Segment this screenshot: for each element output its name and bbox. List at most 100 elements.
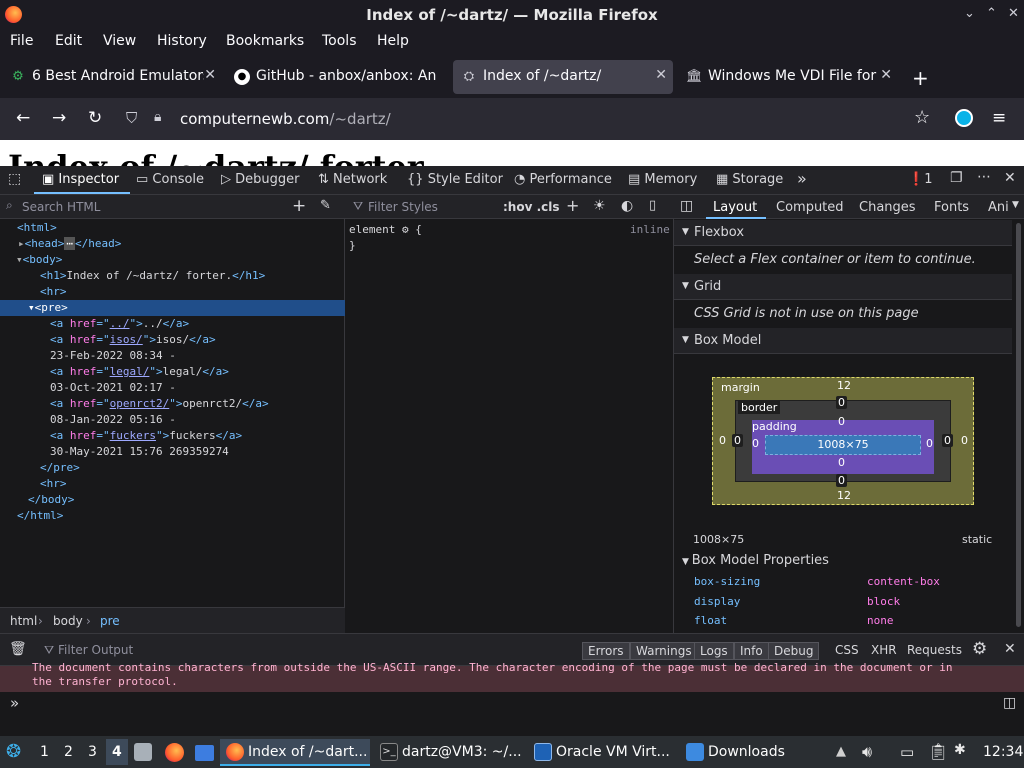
property-value[interactable]: none <box>867 614 894 627</box>
task-firefox[interactable]: Index of /~dart... <box>220 739 370 766</box>
breadcrumb-pre[interactable]: pre <box>100 614 120 628</box>
tab-windows-me-vdi[interactable]: 🏛 Windows Me VDI File for V ✕ <box>678 60 898 94</box>
files-launcher-icon[interactable] <box>134 743 152 761</box>
app-launcher-icon[interactable]: ❂ <box>6 741 21 762</box>
tree-node-html-close[interactable]: </html> <box>0 508 345 524</box>
border-right-value[interactable]: 0 <box>942 434 953 447</box>
close-split-console-icon[interactable]: ✕ <box>1004 641 1016 657</box>
account-icon[interactable] <box>955 109 973 127</box>
grid-section-header[interactable]: ▼ Grid <box>674 274 1012 300</box>
reload-icon[interactable]: ↻ <box>88 108 102 128</box>
tree-node-head[interactable]: ▸<head> ⋯ </head> <box>0 236 345 252</box>
desktop-2[interactable]: 2 <box>64 744 73 760</box>
filter-logs-button[interactable]: Logs <box>694 642 734 660</box>
filter-css-button[interactable]: CSS <box>830 642 864 660</box>
add-rule-icon[interactable]: + <box>566 196 579 215</box>
property-row[interactable]: box-sizing <box>694 575 760 588</box>
tree-node-hr[interactable]: <hr> <box>0 476 345 492</box>
desktop-3[interactable]: 3 <box>88 744 97 760</box>
border-left-value[interactable]: 0 <box>732 434 743 447</box>
tree-node-link[interactable]: <a href="isos/">isos/</a> <box>0 332 345 348</box>
tab-network[interactable]: ⇅ Network <box>318 172 387 187</box>
tab-performance[interactable]: ◔ Performance <box>514 172 612 187</box>
tab-fonts[interactable]: Fonts <box>934 200 969 215</box>
tree-node-body-close[interactable]: </body> <box>0 492 345 508</box>
sidebar-panel-icon[interactable]: ◫ <box>680 198 693 214</box>
trash-icon[interactable]: 🗑︎ <box>9 641 27 657</box>
menu-edit[interactable]: Edit <box>55 33 82 49</box>
element-picker-icon[interactable]: ⬚ <box>8 171 21 187</box>
tab-github-anbox[interactable]: ● GitHub - anbox/anbox: An <box>226 60 448 94</box>
tree-node-link[interactable]: <a href="../">../</a> <box>0 316 345 332</box>
filter-xhr-button[interactable]: XHR <box>866 642 902 660</box>
tree-node-link[interactable]: <a href="fuckers">fuckers</a> <box>0 428 345 444</box>
error-count-badge[interactable]: ❗1 <box>908 172 932 187</box>
task-terminal[interactable]: >_ dartz@VM3: ~/... <box>374 739 524 766</box>
margin-right-value[interactable]: 0 <box>961 434 968 447</box>
tree-node-body[interactable]: ▾<body> <box>0 252 345 268</box>
tree-text-node[interactable]: 23-Feb-2022 08:34 - <box>0 348 345 364</box>
gear-icon[interactable]: ⚙ <box>402 223 415 236</box>
tab-layout[interactable]: Layout <box>713 200 757 215</box>
filter-styles-input[interactable]: Filter Styles <box>368 200 438 214</box>
menu-bookmarks[interactable]: Bookmarks <box>226 33 304 49</box>
box-model-margin[interactable]: margin 12 12 0 0 border 0 0 0 0 padding … <box>712 377 974 505</box>
tab-changes[interactable]: Changes <box>859 200 916 215</box>
property-row[interactable]: display <box>694 595 740 608</box>
desktop-1[interactable]: 1 <box>40 744 49 760</box>
rule-source[interactable]: inline <box>630 223 670 236</box>
breadcrumb-html[interactable]: html <box>10 614 37 628</box>
menu-file[interactable]: File <box>10 33 33 49</box>
bookmark-star-icon[interactable]: ☆ <box>914 107 930 128</box>
clipboard-icon[interactable]: 📋︎ <box>928 742 948 761</box>
add-node-icon[interactable]: + <box>292 196 306 216</box>
property-row[interactable]: float <box>694 614 727 627</box>
tab-inspector[interactable]: ▣ Inspector <box>42 172 119 187</box>
property-value[interactable]: content-box <box>867 575 940 588</box>
property-value[interactable]: block <box>867 595 900 608</box>
flexbox-section-header[interactable]: ▼ Flexbox <box>674 220 1012 246</box>
lock-icon[interactable]: 🔒︎ <box>154 109 161 125</box>
tab-style-editor[interactable]: {} Style Editor <box>407 172 503 187</box>
padding-right-value[interactable]: 0 <box>926 437 933 450</box>
tab-animations[interactable]: Ani <box>988 200 1009 215</box>
tabs-dropdown-icon[interactable]: ▼ <box>1012 200 1019 210</box>
tab-memory[interactable]: ▤ Memory <box>628 172 697 187</box>
tab-android-emulators[interactable]: ⚙ 6 Best Android Emulators ✕ <box>2 60 222 94</box>
new-tab-icon[interactable]: + <box>912 66 929 90</box>
tab-console[interactable]: ▭ Console <box>136 172 204 187</box>
border-top-value[interactable]: 0 <box>836 396 847 409</box>
task-virtualbox[interactable]: Oracle VM Virt... <box>528 739 676 766</box>
hov-cls-toggle[interactable]: :hov .cls <box>503 200 560 214</box>
close-window-icon[interactable]: ✕ <box>1008 6 1019 21</box>
border-bottom-value[interactable]: 0 <box>836 474 847 487</box>
close-devtools-icon[interactable]: ✕ <box>1004 170 1016 186</box>
dark-mode-icon[interactable]: ◐ <box>621 198 633 214</box>
tree-node-pre[interactable]: ▾<pre> <box>0 300 345 316</box>
margin-top-value[interactable]: 12 <box>837 379 851 392</box>
margin-bottom-value[interactable]: 12 <box>837 489 851 502</box>
desktop-4[interactable]: 4 <box>106 739 128 765</box>
tree-node-html[interactable]: <html> <box>0 220 345 236</box>
notifications-icon[interactable]: ✱ <box>954 742 966 758</box>
menu-view[interactable]: View <box>103 33 136 49</box>
devtools-menu-icon[interactable]: ⋯ <box>977 169 991 185</box>
close-tab-icon[interactable]: ✕ <box>655 67 667 83</box>
tree-text-node[interactable]: 30-May-2021 15:76 269359274 <box>0 444 345 460</box>
tree-node-h1[interactable]: <h1>Index of /~dartz/ forter.</h1> <box>0 268 345 284</box>
tree-node-hr[interactable]: <hr> <box>0 284 345 300</box>
tree-node-link[interactable]: <a href="openrct2/">openrct2/</a> <box>0 396 345 412</box>
padding-top-value[interactable]: 0 <box>838 415 845 428</box>
tab-debugger[interactable]: ▷ Debugger <box>221 172 300 187</box>
padding-bottom-value[interactable]: 0 <box>838 456 845 469</box>
filter-output-input[interactable]: Filter Output <box>58 643 133 657</box>
back-icon[interactable]: ← <box>16 108 30 128</box>
url-bar[interactable]: ⛉ 🔒︎ computernewb.com/~dartz/ ☆ <box>118 102 948 136</box>
element-rule[interactable]: element ⚙ { inline } <box>349 223 670 252</box>
breadcrumb-body[interactable]: body <box>53 614 83 628</box>
volume-icon[interactable]: 🔊︎ <box>862 742 872 762</box>
more-tabs-icon[interactable]: » <box>797 169 807 188</box>
box-model-properties-header[interactable]: ▼ Box Model Properties <box>682 553 829 568</box>
print-icon[interactable]: ▯ <box>649 198 656 213</box>
box-model-content[interactable]: 1008×75 <box>765 435 921 455</box>
